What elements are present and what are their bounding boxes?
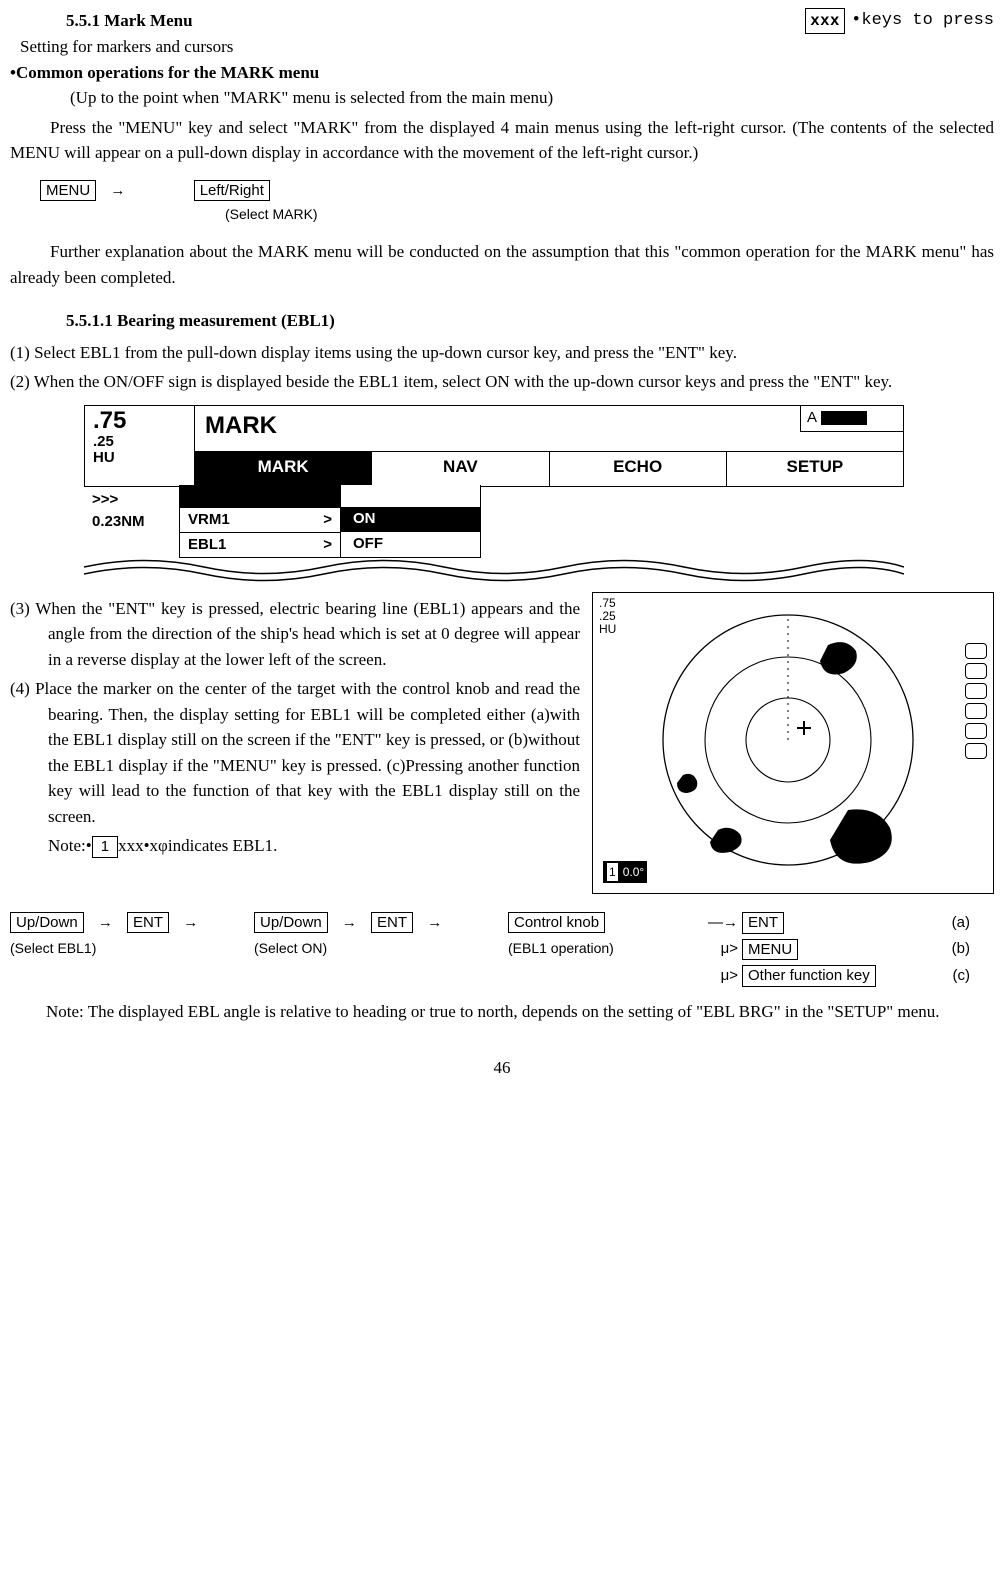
select-mark-sub: (Select MARK) [225,204,994,225]
para-press-menu: Press the "MENU" key and select "MARK" f… [10,115,994,166]
sub-ebl1-op: (EBL1 operation) [508,938,678,959]
side-key-slots [965,643,987,759]
sub-select-on: (Select ON) [254,938,484,959]
step-4: (4) Place the marker on the center of th… [10,676,580,829]
label-c: (c) [940,965,970,988]
note-ebl1-indicator: Note:•1xxx•xφindicates EBL1. [48,833,580,859]
footnote-ebl-brg: Note: The displayed EBL angle is relativ… [46,999,994,1025]
key-updown-2: Up/Down [254,912,328,934]
key-ent-2: ENT [371,912,413,934]
key-menu-result: MENU [742,939,798,961]
sec-heading-551: 5.5.1 Mark Menu [66,8,193,34]
tab-echo[interactable]: ECHO [550,452,727,486]
key-ent-1: ENT [127,912,169,934]
nm-value: 0.23NM [92,511,145,534]
label-b: (b) [940,938,970,961]
opt-on[interactable]: ON [341,507,480,532]
sub-select-ebl1: (Select EBL1) [10,938,230,959]
tab-setup[interactable]: SETUP [727,452,903,486]
a-black-bar [821,411,867,425]
upto-line: (Up to the point when "MARK" menu is sel… [70,85,994,111]
label-a: (a) [940,912,970,935]
legend: xxx •keys to press [805,8,994,34]
range-secondary: .25 [93,434,188,451]
mode-hu: HU [93,450,188,467]
range-primary: .75 [93,408,188,434]
ebl-readout: 1 0.0° [603,861,647,883]
mark-menu-diagram: .75 .25 HU MARK MARK NAV ECHO SETUP A >>… [84,405,904,582]
mark-dropdown: VRM1 > EBL1 > ON OFF [179,485,481,558]
key-ent-result: ENT [742,912,784,934]
radar-range-2: .25 [599,610,616,623]
key-menu: MENU [40,180,96,202]
legend-label: •keys to press [851,8,994,34]
ebl-number-box: 1 [606,862,619,882]
step-1: (1) Select EBL1 from the pull-down displ… [10,340,994,366]
legend-xxx-box: xxx [805,8,845,34]
chevrons: >>> [92,489,145,512]
ebl-value: 0.0° [623,863,644,881]
page-number: 46 [10,1055,994,1081]
para-further: Further explanation about the MARK menu … [10,239,994,290]
small-1-box: 1 [92,836,118,858]
step-2: (2) When the ON/OFF sign is displayed be… [10,369,994,395]
torn-edge [84,552,904,582]
arrow: → [100,182,135,199]
tab-nav[interactable]: NAV [372,452,549,486]
radar-screen-diagram: .75 .25 HU [592,592,994,894]
common-ops-heading: •Common operations for the MARK menu [10,60,994,86]
step-3: (3) When the "ENT" key is pressed, elect… [10,596,580,673]
menu-title-mark: MARK [195,406,903,444]
subtitle: Setting for markers and cursors [20,34,994,60]
a-label: A [807,407,817,430]
sec-heading-5511: 5.5.1.1 Bearing measurement (EBL1) [66,308,994,334]
radar-plot [638,605,938,875]
dropdown-selected-bar [180,485,340,507]
a-indicator-box: A [800,405,904,432]
key-control-knob: Control knob [508,912,605,934]
key-leftright: Left/Right [194,180,270,202]
radar-mode: HU [599,623,616,636]
radar-range-1: .75 [599,597,616,610]
key-updown-1: Up/Down [10,912,84,934]
key-other-function: Other function key [742,965,876,987]
item-vrm1[interactable]: VRM1 > [180,507,340,532]
tab-mark[interactable]: MARK [195,452,372,486]
